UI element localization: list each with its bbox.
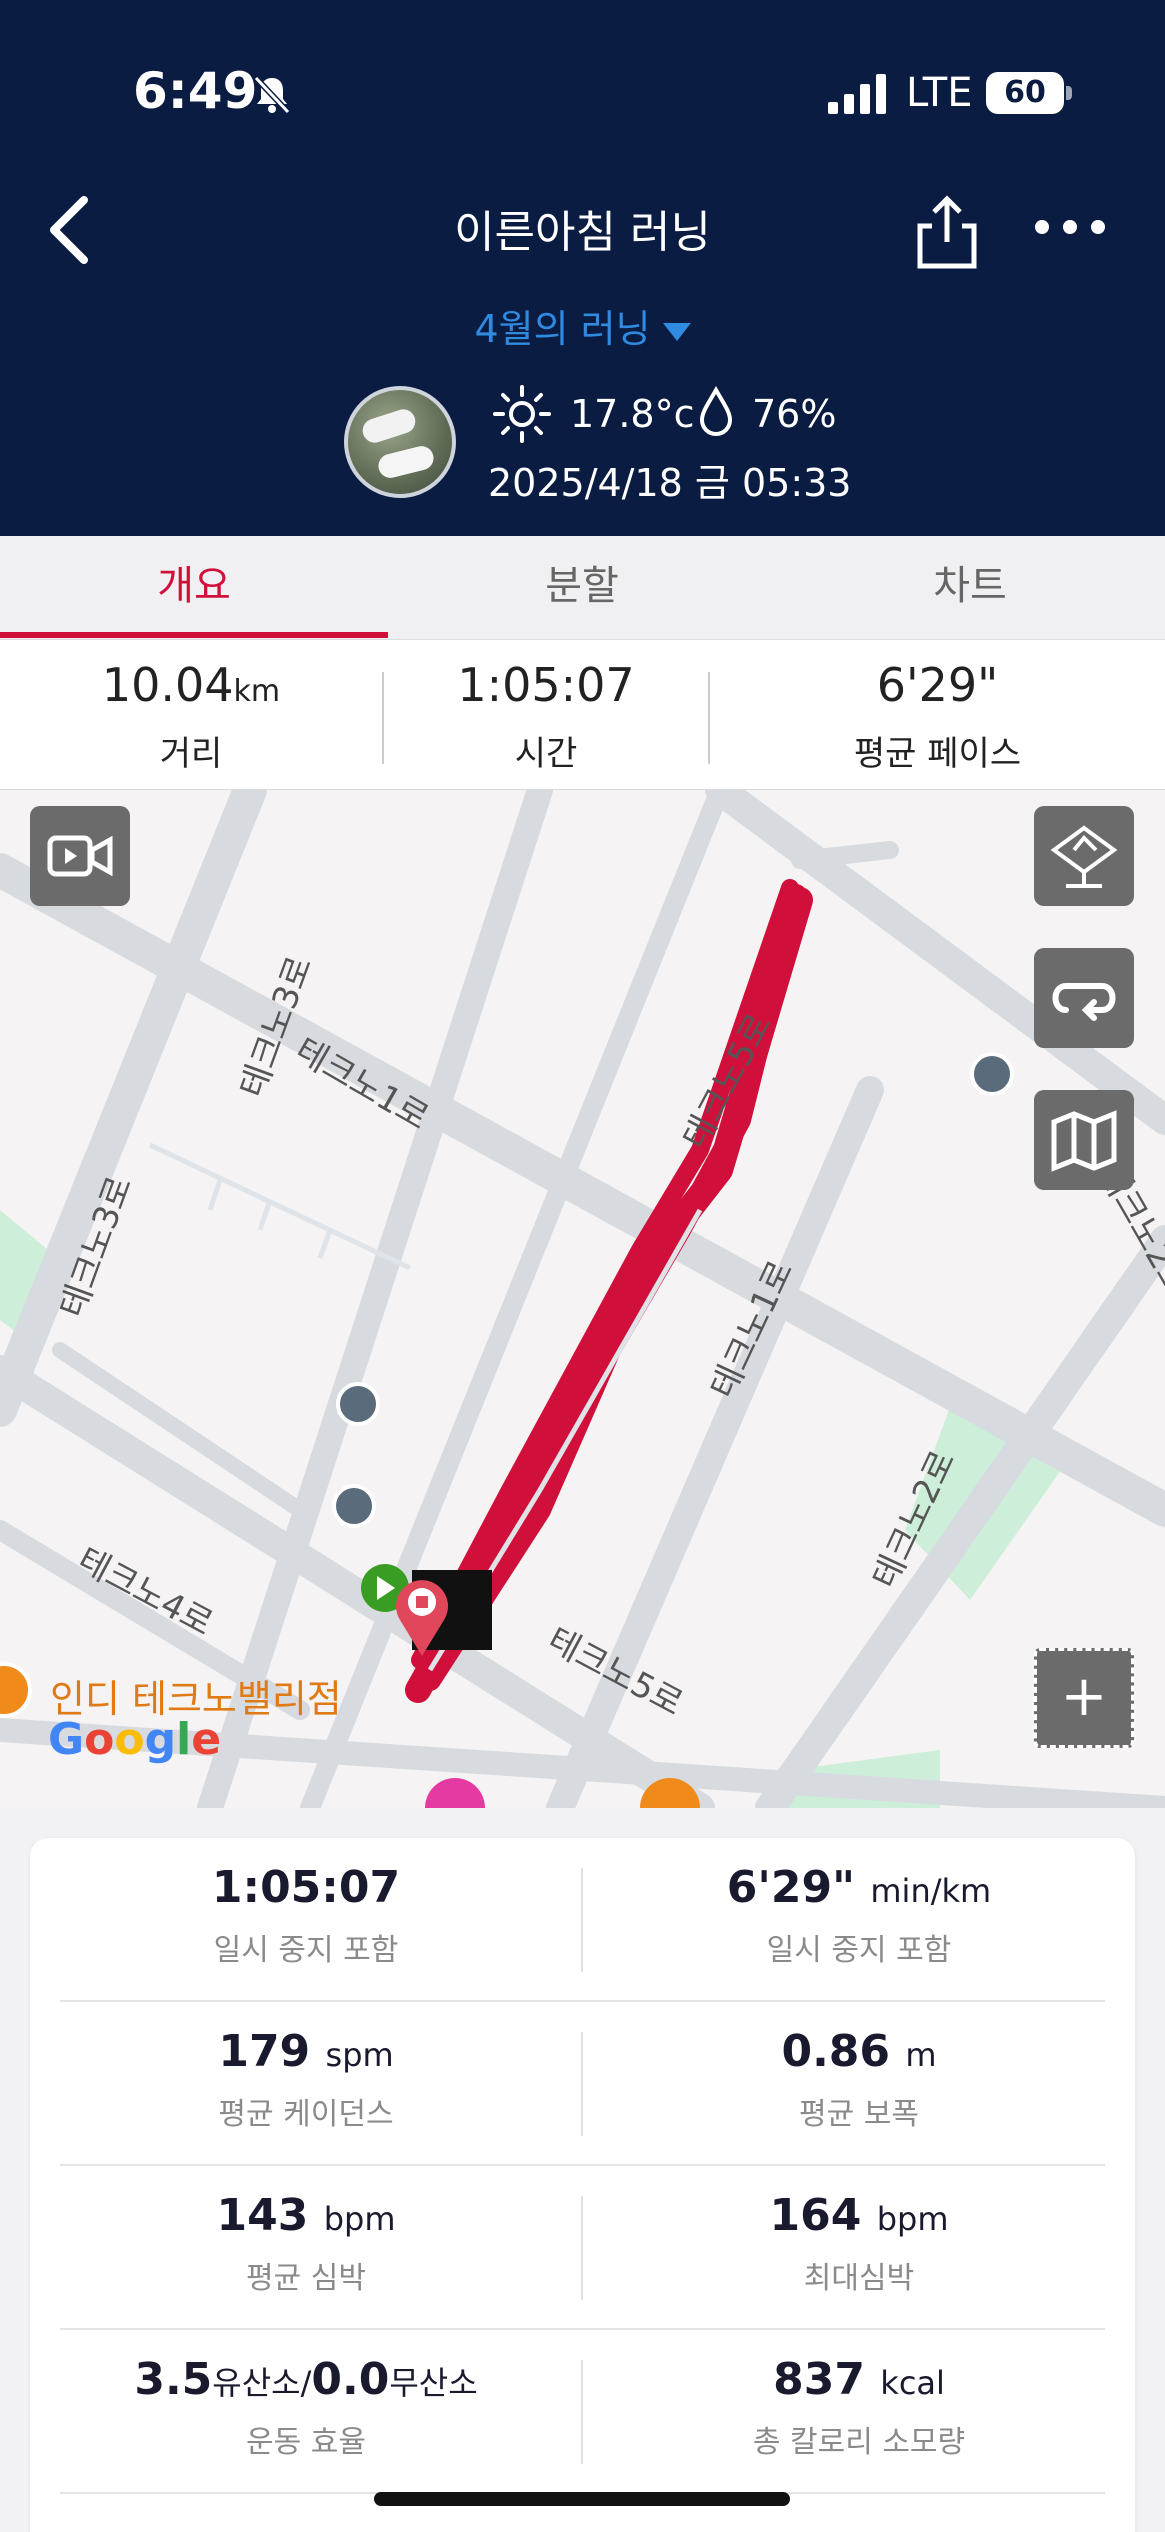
video-replay-button[interactable] [30,806,130,906]
summary-time: 1:05:07 시간 [384,640,708,790]
map-3d-button[interactable] [1034,806,1134,906]
pace-label: 평균 페이스 [853,734,1022,774]
map-type-button[interactable] [1034,1090,1134,1190]
bus-stop-icon [336,1382,380,1426]
distance-label: 거리 [159,734,223,774]
stat-row: 179 spm 평균 케이던스 0.86 m 평균 보폭 [30,2002,1135,2166]
humidity: 76% [752,392,837,436]
home-indicator[interactable] [374,2492,790,2506]
pace-value: 6'29" [876,658,999,712]
expand-map-button[interactable]: + [1034,1648,1134,1748]
tab-overview[interactable]: 개요 [0,536,388,640]
stat-max-heart-rate: 164 bpm 최대심박 [769,2190,949,2296]
page-title: 이른아침 러닝 [454,207,711,258]
time-value: 1:05:07 [457,658,635,712]
stat-row: 1:05:07 일시 중지 포함 6'29" min/km 일시 중지 포함 [30,1838,1135,2002]
activity-detail-screen: 6:49 LTE 60 이른아침 러닝 4월의 러닝 17.8°c 76% 20… [0,0,1165,2532]
more-options-icon[interactable] [1030,212,1110,242]
stats-card: 1:05:07 일시 중지 포함 6'29" min/km 일시 중지 포함 1… [30,1838,1135,2532]
terrain-3d-icon [1050,825,1118,888]
temperature: 17.8°c [570,392,695,436]
battery-indicator: 60 [986,72,1064,114]
bus-stop-icon [970,1052,1014,1096]
summary-distance: 10.04km 거리 [0,640,382,790]
status-time: 6:49 [133,62,258,120]
bell-slash-icon [253,75,291,115]
chevron-down-icon [662,322,691,341]
loop-icon [1052,983,1116,1021]
activity-category-label: 4월의 러닝 [474,307,651,351]
stat-row: 3.5유산소/0.0무산소 운동 효율 837 kcal 총 칼로리 소모량 [30,2330,1135,2494]
stat-calories: 837 kcal 총 칼로리 소모량 [752,2354,966,2460]
stat-avg-heart-rate: 143 bpm 평균 심박 [216,2190,396,2296]
avatar [344,386,456,498]
tab-charts[interactable]: 차트 [776,536,1164,640]
header: 6:49 LTE 60 이른아침 러닝 4월의 러닝 17.8°c 76% 20… [0,0,1165,536]
stat-training-effect: 3.5유산소/0.0무산소 운동 효율 [134,2354,478,2460]
route-map[interactable]: 테크노3로 테크노1로 테크노5로 테크노3로 테크노1로 테크노2로 테크노4… [0,790,1165,1808]
signal-icon [828,74,886,114]
google-logo: Google [48,1714,222,1765]
humidity-drop-icon [699,386,733,436]
stat-pace: 6'29" min/km 일시 중지 포함 [726,1862,992,1968]
stat-elapsed-time: 1:05:07 일시 중지 포함 [211,1862,401,1968]
activity-category-dropdown[interactable]: 4월의 러닝 [0,298,1165,353]
tab-bar: 개요 분할 차트 [0,536,1165,640]
stats-section: 1:05:07 일시 중지 포함 6'29" min/km 일시 중지 포함 1… [0,1808,1165,2532]
tab-splits[interactable]: 분할 [388,536,776,640]
time-label: 시간 [514,734,578,774]
active-tab-indicator [0,632,388,638]
stat-stride: 0.86 m 평균 보폭 [781,2026,937,2132]
network-label: LTE [906,70,973,116]
share-icon[interactable] [916,194,978,270]
battery-nub [1066,86,1072,100]
distance-value: 10.04 [101,658,234,712]
summary-bar: 10.04km 거리 1:05:07 시간 6'29" 평균 페이스 [0,640,1165,790]
sun-icon [493,385,551,443]
folded-map-icon [1051,1110,1117,1172]
distance-unit: km [233,674,281,709]
summary-pace: 6'29" 평균 페이스 [710,640,1165,790]
loop-route-button[interactable] [1034,948,1134,1048]
stat-cadence: 179 spm 평균 케이던스 [218,2026,394,2132]
stat-row: 143 bpm 평균 심박 164 bpm 최대심박 [30,2166,1135,2330]
video-camera-icon [47,835,113,877]
activity-datetime: 2025/4/18 금 05:33 [488,461,852,505]
bus-stop-icon [332,1484,376,1528]
